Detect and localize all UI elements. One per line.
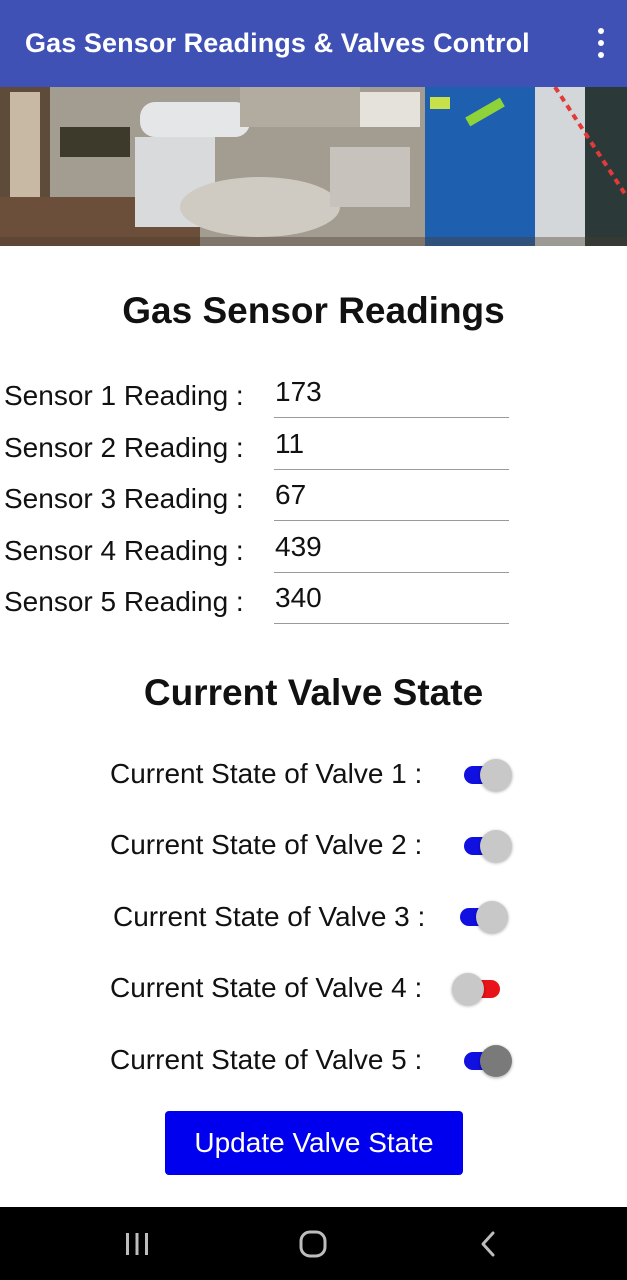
valve-1-label: Current State of Valve 1 :: [110, 758, 423, 789]
sensor-1-value[interactable]: 173: [274, 376, 509, 418]
valve-1-switch[interactable]: [460, 757, 516, 793]
valve-row-3: Current State of Valve 3 :: [0, 901, 627, 941]
valve-2-label: Current State of Valve 2 :: [110, 829, 423, 860]
valve-row-5: Current State of Valve 5 :: [0, 1044, 627, 1084]
recents-icon[interactable]: [97, 1207, 177, 1280]
switch-thumb: [480, 759, 512, 791]
switch-thumb: [480, 830, 512, 862]
valves-title: Current Valve State: [143, 672, 484, 713]
sensor-2-value[interactable]: 11: [274, 428, 509, 470]
more-vert-icon[interactable]: [593, 28, 609, 58]
switch-thumb: [480, 1045, 512, 1077]
switch-thumb: [452, 973, 484, 1005]
valve-row-4: Current State of Valve 4 :: [0, 972, 627, 1012]
sensor-row-1: Sensor 1 Reading : 173: [0, 376, 520, 432]
sensor-row-4: Sensor 4 Reading : 439: [0, 531, 520, 587]
valve-row-1: Current State of Valve 1 :: [0, 758, 627, 798]
sensor-4-label: Sensor 4 Reading :: [4, 535, 244, 566]
update-valve-state-button[interactable]: Update Valve State: [165, 1111, 463, 1175]
sensor-row-2: Sensor 2 Reading : 11: [0, 428, 520, 484]
home-icon[interactable]: [273, 1207, 353, 1280]
sensor-5-value[interactable]: 340: [274, 582, 509, 624]
system-nav-bar: [0, 1207, 627, 1280]
app-bar: Gas Sensor Readings & Valves Control: [0, 0, 627, 87]
sensor-2-label: Sensor 2 Reading :: [4, 432, 244, 463]
readings-title: Gas Sensor Readings: [122, 290, 505, 331]
valve-2-switch[interactable]: [460, 828, 516, 864]
valve-5-label: Current State of Valve 5 :: [110, 1044, 423, 1075]
valve-3-switch[interactable]: [456, 899, 512, 935]
valve-row-2: Current State of Valve 2 :: [0, 829, 627, 869]
sensor-5-label: Sensor 5 Reading :: [4, 586, 244, 617]
sensor-row-3: Sensor 3 Reading : 67: [0, 479, 520, 535]
valve-4-label: Current State of Valve 4 :: [110, 972, 423, 1003]
valve-3-label: Current State of Valve 3 :: [113, 901, 426, 932]
sensor-1-label: Sensor 1 Reading :: [4, 380, 244, 411]
sensor-4-value[interactable]: 439: [274, 531, 509, 573]
app-title: Gas Sensor Readings & Valves Control: [25, 28, 530, 58]
valve-4-switch[interactable]: [452, 971, 508, 1007]
switch-thumb: [476, 901, 508, 933]
industrial-gas-photo: [0, 87, 627, 246]
back-icon[interactable]: [449, 1207, 529, 1280]
valve-5-switch[interactable]: [460, 1043, 516, 1079]
sensor-row-5: Sensor 5 Reading : 340: [0, 582, 520, 638]
sensor-3-value[interactable]: 67: [274, 479, 509, 521]
sensor-3-label: Sensor 3 Reading :: [4, 483, 244, 514]
